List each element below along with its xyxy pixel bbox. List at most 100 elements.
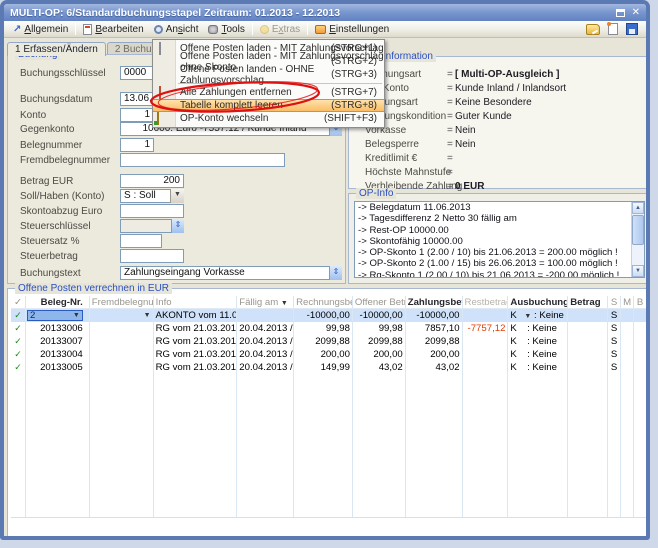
cell-fremdbeleg xyxy=(90,322,154,335)
cell-rechnungsbetrag: 149,99 xyxy=(294,361,353,374)
cell-b xyxy=(634,309,647,322)
save-icon[interactable] xyxy=(626,23,638,35)
equals-sign: = xyxy=(447,97,453,108)
column-header-beleg[interactable]: Beleg-Nr. xyxy=(26,296,90,308)
menu-shortcut: (SHIFT+F3) xyxy=(324,113,377,124)
menu-item-tabelle-komplett-leeren[interactable]: Tabelle komplett leeren (STRG+8) xyxy=(153,99,384,112)
cell-rechnungsbetrag: 2099,88 xyxy=(294,335,353,348)
row-check-icon[interactable]: ✓ xyxy=(11,309,26,322)
menubar-item-bearbeiten[interactable]: Bearbeiten xyxy=(78,22,148,37)
skontoabzug-field[interactable] xyxy=(120,204,184,218)
switch-account-icon xyxy=(157,112,159,125)
menu-item-op-laden-ohne[interactable]: Offene Posten landen - OHNE Zahlungsvors… xyxy=(153,68,384,81)
table-row[interactable]: ✓ 20133007 RG vom 21.03.2013 20.04.2013 … xyxy=(11,335,647,348)
menubar-label: Tools xyxy=(221,24,244,35)
info-value: Nein xyxy=(455,125,476,136)
menubar-item-tools[interactable]: Tools xyxy=(203,22,249,37)
menu-item-label: Tabelle komplett leeren xyxy=(180,100,283,111)
steuerbetrag-field[interactable] xyxy=(120,249,184,263)
info-value: [ Multi-OP-Ausgleich ] xyxy=(455,69,559,80)
column-header-rechnungsbetrag[interactable]: Rechnungsbetrag xyxy=(294,296,353,308)
offene-posten-group: Offene Posten verrechnen in EUR ✓ Beleg-… xyxy=(7,288,650,538)
table-header-row: ✓ Beleg-Nr. Fremdbelegnummer Info Fällig… xyxy=(11,296,647,309)
cell-m xyxy=(621,361,634,374)
fremdbelegnummer-field[interactable] xyxy=(120,153,285,167)
scroll-up-icon[interactable]: ▲ xyxy=(632,202,644,214)
restore-icon[interactable] xyxy=(616,9,625,17)
empty-table-area xyxy=(11,374,647,518)
column-header-offener-betrag[interactable]: Offener Betrag xyxy=(353,296,406,308)
cell-zahlungsbetrag: 7857,10 xyxy=(406,322,463,335)
column-header-ausbuchungsart[interactable]: Ausbuchungsart xyxy=(508,296,568,308)
menubar-item-einstellungen[interactable]: Einstellungen xyxy=(310,22,394,37)
scrollbar-thumb[interactable] xyxy=(632,215,644,245)
toolbar-separator xyxy=(75,23,76,35)
column-header-betrag[interactable]: Betrag xyxy=(568,296,608,308)
open-icon[interactable] xyxy=(586,24,600,35)
cell-ausbuchungsart[interactable]: K : Keine xyxy=(508,335,568,348)
menubar-item-allgemein[interactable]: ↗ Allgemein xyxy=(8,22,73,37)
check-column-header[interactable]: ✓ xyxy=(11,296,26,308)
steuerschluessel-spinner-icon[interactable]: ⇕ xyxy=(171,219,184,233)
column-header-faellig[interactable]: Fällig am ▼ xyxy=(237,296,294,308)
scroll-down-icon[interactable]: ▼ xyxy=(632,265,644,277)
cell-b xyxy=(634,361,647,374)
dropdown-icon[interactable]: ▼ xyxy=(524,313,531,320)
table-row[interactable]: ✓ 20133006 RG vom 21.03.2013 20.04.2013 … xyxy=(11,322,647,335)
fremdbelegnummer-label: Fremdbelegnummer xyxy=(20,155,116,166)
tab-erfassen-aendern[interactable]: 1 Erfassen/Ändern xyxy=(7,42,106,56)
column-header-info[interactable]: Info xyxy=(154,296,238,308)
table-row[interactable]: ✓ 20133004 RG vom 21.03.2013 20.04.2013 … xyxy=(11,348,647,361)
row-check-icon[interactable]: ✓ xyxy=(11,361,26,374)
lightbulb-icon xyxy=(260,25,269,34)
column-header-restbetrag[interactable]: Restbetrag xyxy=(463,296,509,308)
menubar-item-ansicht[interactable]: Ansicht xyxy=(149,22,204,37)
table-row[interactable]: ✓ 20133005 RG vom 21.03.2013 20.04.2013 … xyxy=(11,361,647,374)
cell-fremdbeleg xyxy=(90,348,154,361)
row-check-icon[interactable]: ✓ xyxy=(11,335,26,348)
sort-descending-icon: ▼ xyxy=(281,300,288,307)
betrag-field[interactable]: 200 xyxy=(120,174,184,188)
equals-sign: = xyxy=(447,111,453,122)
cell-ausbuchungsart[interactable]: K : Keine xyxy=(508,348,568,361)
info-value: Nein xyxy=(455,139,476,150)
buchungstext-spinner-icon[interactable]: ⇕ xyxy=(329,266,342,280)
opinfo-scrollbar[interactable]: ▲ ▼ xyxy=(631,202,644,277)
beleg-edit-cell[interactable]: 2▼ xyxy=(27,310,83,321)
sollhaben-dropdown-icon[interactable]: ▼ xyxy=(170,189,184,203)
steuersatz-field[interactable] xyxy=(120,234,162,248)
cell-m xyxy=(621,348,634,361)
opinfo-group-label: OP-Info xyxy=(356,188,396,199)
table-row-selected[interactable]: ✓ 2▼ ▼ AKONTO vom 11.06.201 -10000,00 -1… xyxy=(11,309,647,322)
belegnummer-field[interactable]: 1 xyxy=(120,138,154,152)
cell-ausbuchungsart[interactable]: K : Keine xyxy=(508,322,568,335)
column-header-m[interactable]: M xyxy=(621,296,634,308)
menu-item-op-konto-wechseln[interactable]: OP-Konto wechseln (SHIFT+F3) xyxy=(153,112,384,125)
info-label: Kreditlimit € xyxy=(365,153,417,164)
offene-posten-group-label: Offene Posten verrechnen in EUR xyxy=(15,283,172,294)
cell-ausbuchungsart[interactable]: K▼ : Keine xyxy=(508,309,568,322)
column-header-b[interactable]: B xyxy=(634,296,647,308)
menu-item-alle-zahlungen-entfernen[interactable]: Alle Zahlungen entfernen (STRG+7) xyxy=(153,86,384,99)
cell-info: RG vom 21.03.2013 xyxy=(154,348,238,361)
cell-ausbuchungsart[interactable]: K : Keine xyxy=(508,361,568,374)
close-icon[interactable]: ✕ xyxy=(632,8,640,18)
column-header-s[interactable]: S xyxy=(608,296,621,308)
dropdown-icon[interactable]: ▼ xyxy=(144,309,151,322)
cell-offener-betrag: -10000,00 xyxy=(353,309,406,322)
row-check-icon[interactable]: ✓ xyxy=(11,322,26,335)
column-header-zahlungsbetrag[interactable]: Zahlungsbetrag xyxy=(406,296,463,308)
cell-fremdbeleg xyxy=(90,335,154,348)
column-header-fremdbeleg[interactable]: Fremdbelegnummer xyxy=(90,296,154,308)
tools-icon xyxy=(208,25,218,34)
konto-label: Konto xyxy=(20,110,116,121)
konto-field[interactable]: 1 xyxy=(120,108,154,122)
row-check-icon[interactable]: ✓ xyxy=(11,348,26,361)
buchungstext-select[interactable]: Zahlungseingang Vorkasse xyxy=(120,266,342,280)
dropdown-icon[interactable]: ▼ xyxy=(73,311,80,321)
new-document-icon[interactable] xyxy=(608,23,618,35)
buchungsdatum-label: Buchungsdatum xyxy=(20,94,116,105)
menubar-label: Extras xyxy=(272,24,300,35)
info-label: Belegsperre xyxy=(365,139,419,150)
opinfo-listbox[interactable]: -> Belegdatum 11.06.2013 -> Tagesdiffere… xyxy=(354,201,645,278)
